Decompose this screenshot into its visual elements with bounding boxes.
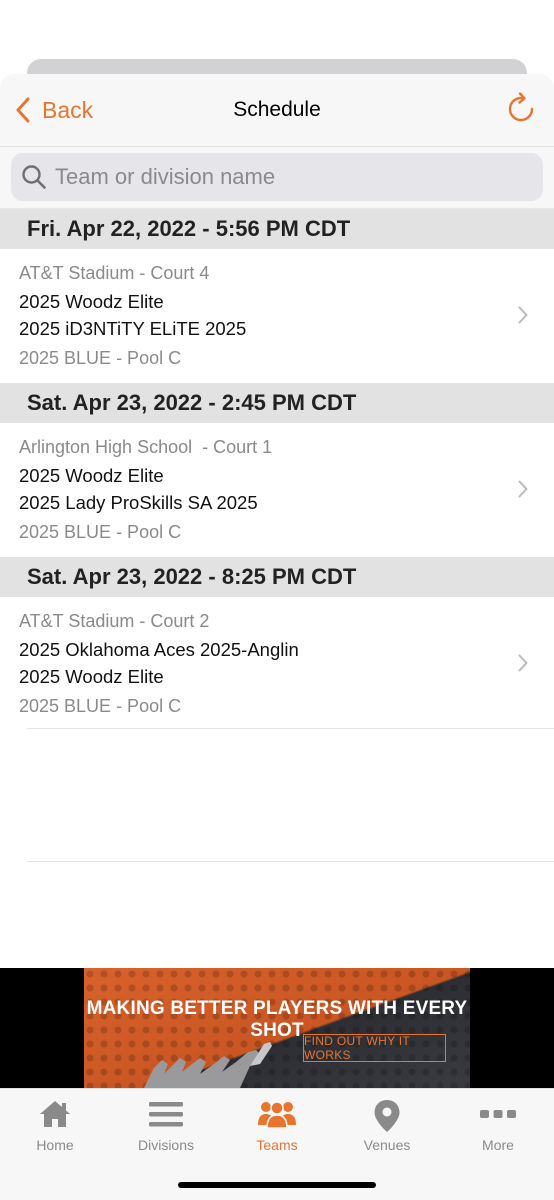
game-row[interactable]: AT&T Stadium - Court 2 2025 Oklahoma Ace… <box>0 597 554 731</box>
chevron-right-icon <box>518 654 528 672</box>
team-name: 2025 Woodz Elite <box>19 291 164 312</box>
tab-more[interactable]: More <box>443 1089 553 1159</box>
venue-label: Arlington High School - Court 1 <box>19 437 273 457</box>
location-pin-icon <box>374 1100 400 1132</box>
pool-label: 2025 BLUE - Pool C <box>19 522 182 542</box>
tab-teams[interactable]: Teams <box>222 1089 332 1159</box>
team-name: 2025 Woodz Elite <box>19 666 164 687</box>
list-icon <box>149 1102 183 1127</box>
home-indicator[interactable] <box>178 1182 376 1188</box>
tab-home[interactable]: Home <box>0 1089 110 1159</box>
ad-cta-button[interactable]: FIND OUT WHY IT WORKS <box>303 1034 446 1062</box>
venue-label: AT&T Stadium - Court 2 <box>19 611 210 631</box>
date-header: Sat. Apr 23, 2022 - 8:25 PM CDT <box>0 557 554 597</box>
search-placeholder: Team or division name <box>55 164 276 189</box>
navigation-bar: Back Schedule <box>0 74 554 147</box>
raised-hands-graphic <box>144 1042 272 1088</box>
chevron-right-icon <box>518 480 528 498</box>
venue-label: AT&T Stadium - Court 4 <box>19 263 210 283</box>
search-bar-container: Team or division name <box>0 147 554 209</box>
list-divider <box>27 861 554 862</box>
list-divider <box>27 728 554 729</box>
tab-label: Divisions <box>137 1137 194 1153</box>
tab-label: Venues <box>363 1137 411 1153</box>
people-icon <box>258 1101 296 1129</box>
date-header: Fri. Apr 22, 2022 - 5:56 PM CDT <box>0 209 554 249</box>
team-name: 2025 Woodz Elite <box>19 465 164 486</box>
tab-label: Teams <box>256 1137 298 1153</box>
tab-divisions[interactable]: Divisions <box>111 1089 221 1159</box>
team-name: 2025 iD3NTiTY ELiTE 2025 <box>19 318 247 339</box>
tab-label: Home <box>36 1137 74 1153</box>
team-name: 2025 Oklahoma Aces 2025-Anglin <box>19 639 299 660</box>
tab-label: More <box>482 1137 514 1153</box>
search-input[interactable]: Team or division name <box>11 153 543 201</box>
ad-creative[interactable]: MAKING BETTER PLAYERS WITH EVERY SHOT FI… <box>84 968 470 1088</box>
schedule-sheet: Back Schedule Team or division name Fri.… <box>0 74 554 1200</box>
more-dots-icon <box>480 1110 516 1118</box>
home-icon <box>40 1101 70 1127</box>
page-title: Schedule <box>233 98 321 121</box>
pool-label: 2025 BLUE - Pool C <box>19 348 182 368</box>
game-row[interactable]: AT&T Stadium - Court 4 2025 Woodz Elite … <box>0 249 554 383</box>
date-header: Sat. Apr 23, 2022 - 2:45 PM CDT <box>0 383 554 423</box>
pool-label: 2025 BLUE - Pool C <box>19 696 182 716</box>
ad-banner: MAKING BETTER PLAYERS WITH EVERY SHOT FI… <box>0 968 554 1088</box>
schedule-list: Fri. Apr 22, 2022 - 5:56 PM CDT AT&T Sta… <box>0 209 554 731</box>
search-icon <box>22 165 46 189</box>
team-name: 2025 Lady ProSkills SA 2025 <box>19 492 258 513</box>
tab-venues[interactable]: Venues <box>332 1089 442 1159</box>
game-row[interactable]: Arlington High School - Court 1 2025 Woo… <box>0 423 554 557</box>
chevron-right-icon <box>518 306 528 324</box>
refresh-icon[interactable] <box>506 92 538 126</box>
